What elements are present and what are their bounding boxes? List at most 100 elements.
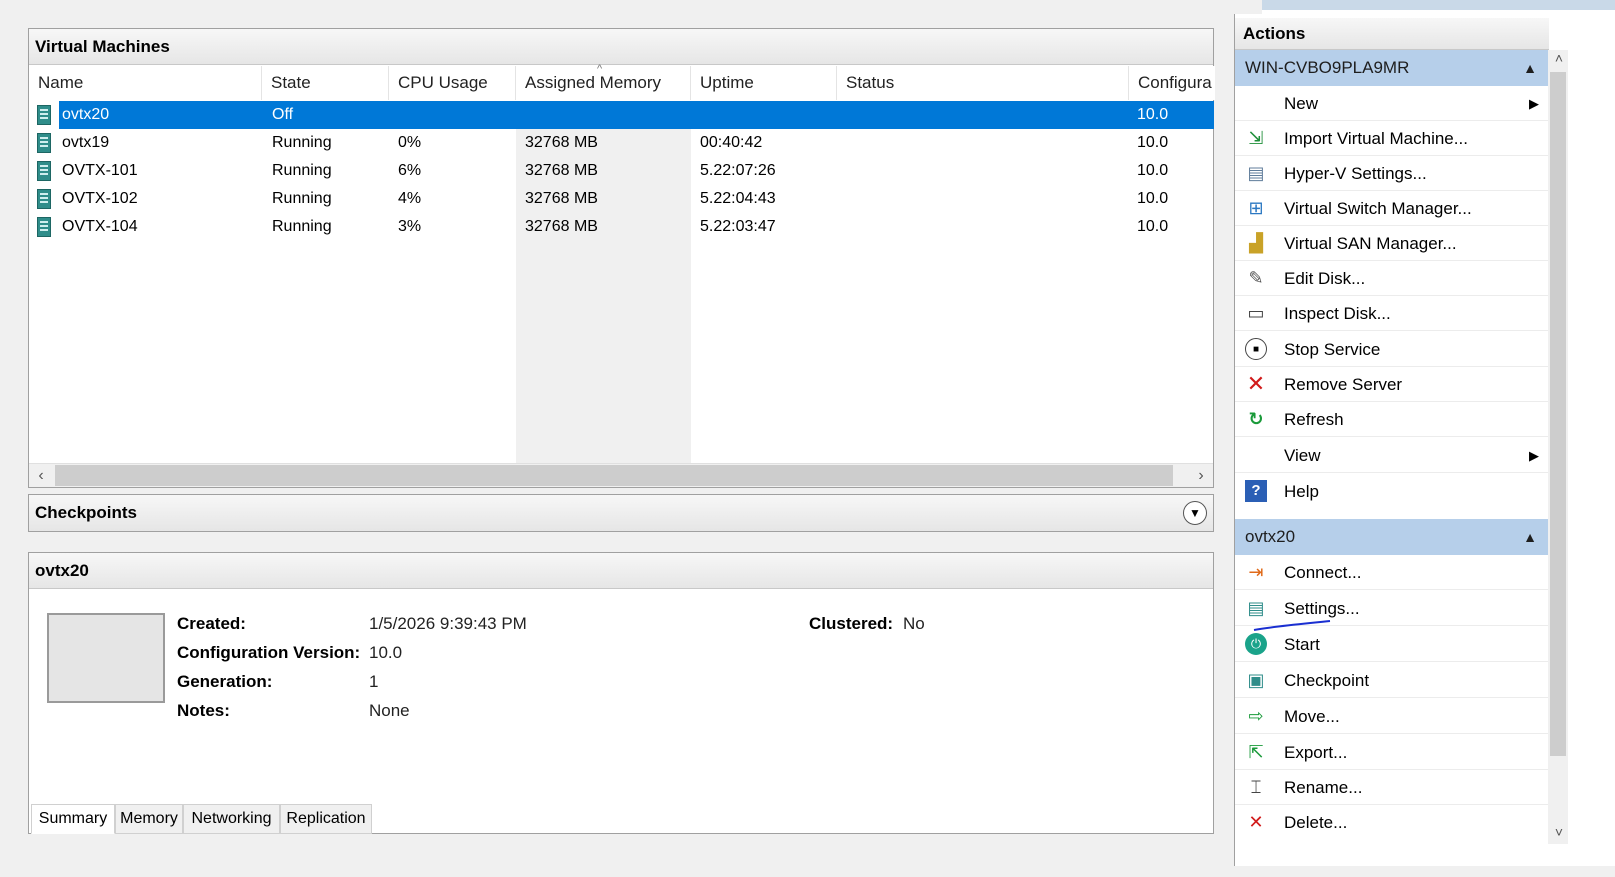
- action-hyperv-settings[interactable]: ▤ Hyper-V Settings...: [1235, 156, 1549, 191]
- vm-memory: 32768 MB: [525, 134, 598, 151]
- action-virtual-switch-manager[interactable]: ⊞ Virtual Switch Manager...: [1235, 191, 1549, 226]
- column-header-uptime[interactable]: Uptime: [691, 66, 837, 100]
- action-label: Virtual SAN Manager...: [1284, 234, 1457, 253]
- server-group-header[interactable]: WIN-CVBO9PLA9MR ▲: [1235, 50, 1549, 86]
- action-label: Checkpoint: [1284, 671, 1370, 690]
- refresh-icon: ↻: [1248, 409, 1264, 429]
- vm-memory: 32768 MB: [525, 162, 598, 179]
- action-help[interactable]: ? Help: [1235, 474, 1549, 509]
- remove-x-icon: ✕: [1246, 371, 1266, 396]
- scrollbar-thumb[interactable]: [55, 465, 1173, 486]
- connect-icon: ⇥: [1248, 562, 1264, 582]
- scrollbar-thumb[interactable]: [1550, 72, 1566, 756]
- san-icon: ▟: [1249, 233, 1263, 253]
- vm-thumbnail[interactable]: [47, 613, 165, 703]
- table-row[interactable]: OVTX-104 Running 3% 32768 MB 5.22:03:47 …: [37, 213, 1214, 241]
- collapse-chevron-icon[interactable]: ▼: [1183, 501, 1207, 525]
- vm-uptime: 00:40:42: [700, 134, 763, 151]
- action-new[interactable]: New ▶: [1235, 86, 1549, 121]
- action-view[interactable]: View ▶: [1235, 438, 1549, 473]
- vm-state: Running: [272, 134, 332, 151]
- action-rename[interactable]: ⌶ Rename...: [1235, 770, 1549, 805]
- action-delete[interactable]: ✕ Delete...: [1235, 805, 1549, 840]
- rename-icon: ⌶: [1250, 777, 1262, 797]
- action-label: Start: [1284, 635, 1320, 654]
- action-checkpoint[interactable]: ▣ Checkpoint: [1235, 663, 1549, 698]
- vm-icon: [37, 189, 51, 209]
- scroll-left-icon[interactable]: ‹: [31, 465, 51, 487]
- tab-summary[interactable]: Summary: [31, 804, 115, 834]
- vm-state: Running: [272, 190, 332, 207]
- action-virtual-san-manager[interactable]: ▟ Virtual SAN Manager...: [1235, 226, 1549, 261]
- action-import-vm[interactable]: ⇲ Import Virtual Machine...: [1235, 121, 1549, 156]
- table-row[interactable]: OVTX-101 Running 6% 32768 MB 5.22:07:26 …: [37, 157, 1214, 185]
- vertical-scrollbar[interactable]: ˄ ˅: [1548, 50, 1568, 844]
- column-header-name[interactable]: Name: [29, 66, 262, 100]
- vm-group-header[interactable]: ovtx20 ▲: [1235, 519, 1549, 555]
- sort-ascending-icon: ^: [597, 63, 603, 75]
- column-header-cpu-usage[interactable]: CPU Usage: [389, 66, 516, 100]
- column-header-assigned-memory[interactable]: Assigned Memory: [516, 66, 691, 100]
- action-label: New: [1284, 94, 1319, 113]
- action-refresh[interactable]: ↻ Refresh: [1235, 402, 1549, 437]
- column-header-status[interactable]: Status: [837, 66, 1129, 100]
- vm-config: 10.0: [1137, 218, 1169, 235]
- vm-name: ovtx19: [62, 134, 110, 151]
- actions-pane: Actions WIN-CVBO9PLA9MR ▲ New ▶ ⇲ Import…: [1234, 14, 1549, 866]
- tab-replication[interactable]: Replication: [280, 804, 372, 834]
- action-connect[interactable]: ⇥ Connect...: [1235, 555, 1549, 590]
- vm-name: OVTX-102: [62, 190, 138, 207]
- vm-uptime: 5.22:07:26: [700, 162, 776, 179]
- export-icon: ⇱: [1248, 742, 1264, 762]
- horizontal-scrollbar[interactable]: ‹ ›: [29, 463, 1213, 487]
- column-header-configuration[interactable]: Configura: [1129, 66, 1215, 100]
- table-row[interactable]: ovtx20 Off 10.0: [37, 101, 1214, 129]
- action-start[interactable]: ⏻ Start: [1235, 627, 1549, 662]
- vm-icon: [37, 161, 51, 181]
- vm-state: Running: [272, 218, 332, 235]
- vm-config: 10.0: [1137, 106, 1169, 123]
- vm-name: OVTX-101: [62, 162, 138, 179]
- bottom-edge: [0, 866, 1615, 877]
- action-label: Delete...: [1284, 813, 1348, 832]
- checkpoints-title: Checkpoints: [29, 495, 1213, 531]
- tab-networking[interactable]: Networking: [183, 804, 280, 834]
- vm-icon: [37, 133, 51, 153]
- vm-icon: [37, 105, 51, 125]
- table-row[interactable]: ovtx19 Running 0% 32768 MB 00:40:42 10.0: [37, 129, 1214, 157]
- scroll-right-icon[interactable]: ›: [1191, 465, 1211, 487]
- checkpoints-panel: Checkpoints ▼: [28, 494, 1214, 532]
- vm-icon: [37, 217, 51, 237]
- collapse-up-icon[interactable]: ▲: [1523, 519, 1537, 555]
- center-pane: Virtual Machines Name State CPU Usage As…: [0, 0, 1262, 866]
- submenu-arrow-icon: ▶: [1529, 96, 1539, 111]
- clustered-label: Clustered:: [809, 614, 894, 633]
- edit-disk-icon: ✎: [1248, 268, 1264, 288]
- column-header-state[interactable]: State: [262, 66, 389, 100]
- actions-title: Actions: [1235, 18, 1549, 50]
- vm-config: 10.0: [1137, 190, 1169, 207]
- table-row[interactable]: OVTX-102 Running 4% 32768 MB 5.22:04:43 …: [37, 185, 1214, 213]
- action-inspect-disk[interactable]: ▭ Inspect Disk...: [1235, 296, 1549, 331]
- action-stop-service[interactable]: ■ Stop Service: [1235, 332, 1549, 367]
- vm-group-name: ovtx20: [1245, 527, 1296, 546]
- action-edit-disk[interactable]: ✎ Edit Disk...: [1235, 261, 1549, 296]
- action-label: Remove Server: [1284, 375, 1403, 394]
- scroll-down-icon[interactable]: ˅: [1548, 824, 1570, 844]
- action-label: Virtual Switch Manager...: [1284, 199, 1472, 218]
- checkpoint-icon: ▣: [1247, 670, 1265, 690]
- tab-memory[interactable]: Memory: [115, 804, 183, 834]
- action-move[interactable]: ⇨ Move...: [1235, 699, 1549, 734]
- vm-state: Off: [272, 106, 294, 123]
- vm-config: 10.0: [1137, 134, 1169, 151]
- collapse-up-icon[interactable]: ▲: [1523, 50, 1537, 86]
- action-label: Stop Service: [1284, 340, 1381, 359]
- vm-details-panel: ovtx20 Created: 1/5/2026 9:39:43 PM Conf…: [28, 552, 1214, 834]
- move-icon: ⇨: [1248, 706, 1264, 726]
- action-remove-server[interactable]: ✕ Remove Server: [1235, 367, 1549, 402]
- import-icon: ⇲: [1248, 128, 1264, 148]
- notes-label: Notes:: [177, 701, 230, 720]
- action-export[interactable]: ⇱ Export...: [1235, 735, 1549, 770]
- scroll-up-icon[interactable]: ˄: [1548, 50, 1570, 70]
- action-label: Connect...: [1284, 563, 1362, 582]
